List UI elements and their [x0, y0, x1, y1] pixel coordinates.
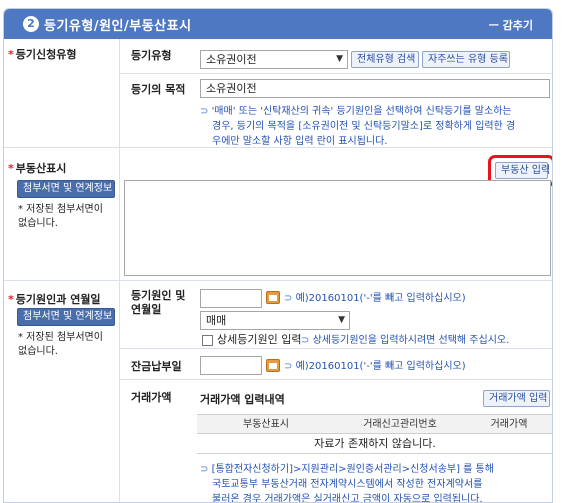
date-format-hint: ⊃ 예)20160101('-'를 빼고 입력하십시오)	[284, 293, 466, 304]
arrow-icon: ⊃	[284, 293, 296, 304]
detail-cause-checkbox-label: 상세등기원인 입력	[217, 333, 302, 346]
column-header: 거래가액	[490, 419, 528, 430]
required-icon: *	[8, 48, 14, 61]
registration-form-panel: 2 등기유형/원인/부동산표시 ㅡ 감추기 * 등기신청유형 등기유형 소유권이전…	[3, 8, 553, 503]
section-header: 2 등기유형/원인/부동산표시 ㅡ 감추기	[4, 9, 552, 39]
trade-price-info: ⊃ [통합전자신청하기]>지원관리>원인증서관리>신청서송부] 를 통해 국토교…	[200, 464, 494, 503]
row-divider	[119, 73, 552, 74]
balance-date-hint: ⊃ 예)20160101('-'를 빼고 입력하십시오)	[284, 361, 466, 372]
search-all-types-button[interactable]: 전체유형 검색	[351, 51, 419, 68]
arrow-icon: ⊃	[200, 106, 212, 117]
row-divider	[4, 280, 552, 281]
registration-cause-label: * 등기원인과 연월일	[8, 293, 101, 306]
registration-type-label: * 등기신청유형	[8, 48, 77, 61]
trade-price-table-header: 부동산표시 거래신고관리번호 거래가액	[197, 414, 552, 434]
detail-cause-checkbox[interactable]	[202, 335, 213, 346]
register-frequent-type-button[interactable]: 자주쓰는 유형 등록	[422, 51, 510, 68]
empty-table-row: 자료가 존재하지 않습니다.	[197, 434, 552, 454]
trade-price-input-button[interactable]: 거래가액 입력	[483, 390, 550, 407]
collapse-button[interactable]: ㅡ 감추기	[489, 17, 533, 33]
purpose-field-label: 등기의 목적	[131, 83, 186, 96]
property-display-label: * 부동산표시	[8, 162, 67, 175]
required-icon: *	[8, 162, 14, 175]
property-attachments-button[interactable]: 첨부서면 및 연계정보	[17, 180, 115, 198]
chevron-down-icon: ▼	[338, 315, 345, 325]
cause-attachments-button[interactable]: 첨부서면 및 연계정보	[17, 308, 115, 326]
calendar-icon[interactable]	[266, 359, 280, 372]
trade-price-field-label: 거래가액	[131, 391, 172, 404]
arrow-icon: ⊃	[284, 361, 296, 372]
property-attachment-note: * 저장된 첨부서면이 없습니다.	[18, 204, 103, 229]
purpose-hint: ⊃ '매매' 또는 '신탁재산의 귀속' 등기원인을 선택하여 신탁등기를 말소…	[200, 106, 516, 147]
type-field-label: 등기유형	[131, 49, 172, 62]
property-list-area	[124, 180, 551, 276]
section-title: 등기유형/원인/부동산표시	[44, 19, 192, 34]
row-divider	[119, 379, 552, 380]
cause-select[interactable]: 매매 ▼	[200, 311, 350, 330]
calendar-icon[interactable]	[266, 291, 280, 304]
cause-date-field-label: 등기원인 및 연월일	[131, 289, 186, 316]
row-divider	[119, 348, 552, 349]
detail-cause-hint: ⊃ 상세등기원인을 입력하시려면 선택해 주십시오.	[301, 335, 510, 346]
registration-purpose-input[interactable]: 소유권이전	[200, 79, 550, 98]
chevron-down-icon: ▼	[336, 54, 343, 64]
cause-attachment-note: * 저장된 첨부서면이 없습니다.	[18, 332, 103, 357]
column-header: 부동산표시	[243, 419, 289, 430]
registration-type-select[interactable]: 소유권이전 ▼	[200, 50, 348, 69]
required-icon: *	[8, 293, 14, 306]
balance-date-field-label: 잔금납부일	[131, 360, 182, 373]
balance-date-input[interactable]	[200, 356, 262, 375]
arrow-icon: ⊃	[301, 335, 313, 346]
arrow-icon: ⊃	[200, 464, 212, 475]
section-number-icon: 2	[23, 16, 39, 32]
column-divider	[119, 39, 120, 502]
column-header: 거래신고관리번호	[363, 419, 437, 430]
trade-price-list-title: 거래가액 입력내역	[200, 393, 285, 406]
cause-date-input[interactable]	[200, 289, 262, 308]
